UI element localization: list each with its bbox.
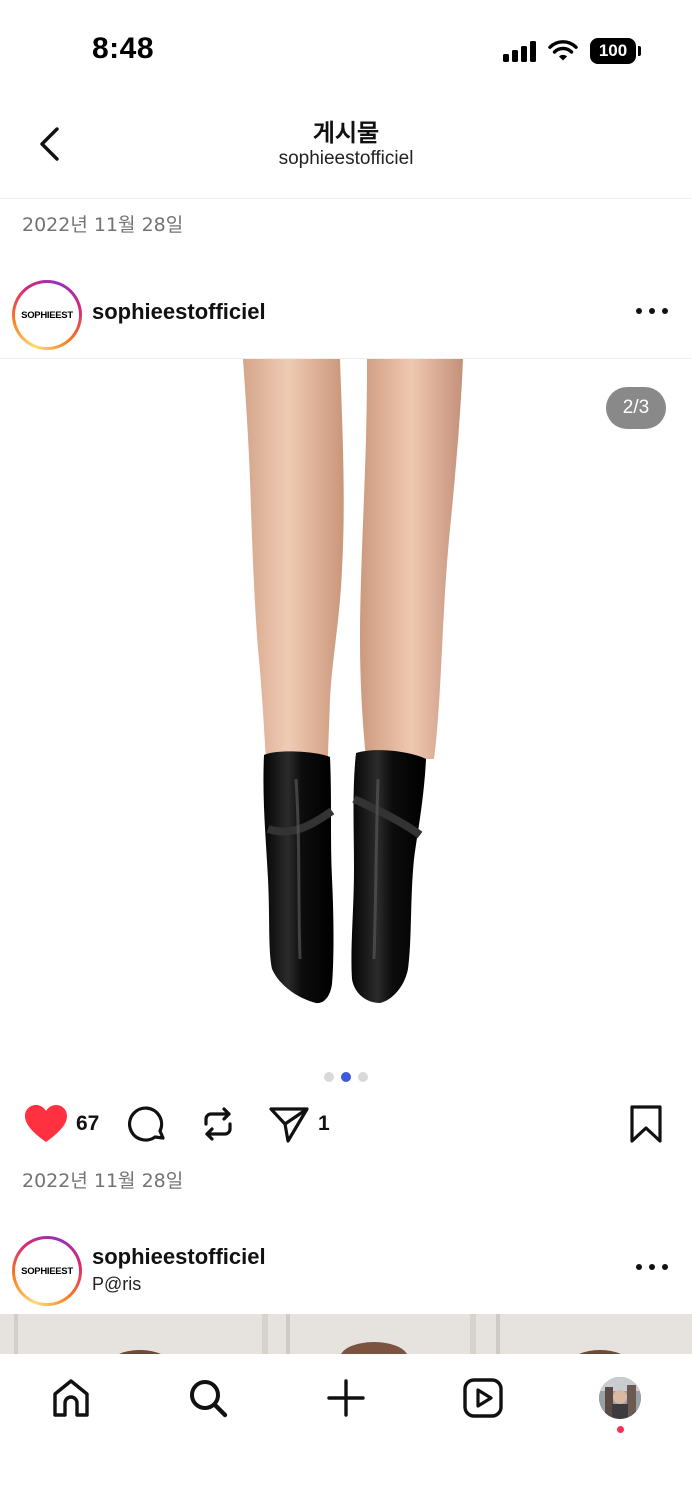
post-header: SOPHIEEST sophieestofficiel [0,272,692,354]
dot [636,1264,642,1270]
post-username[interactable]: sophieestofficiel [92,299,266,325]
page-title: 게시물 [312,119,380,147]
carousel-indicator [0,1072,692,1082]
media-counter: 2/3 [606,387,666,429]
carousel-dot [324,1072,334,1082]
more-options-button[interactable] [636,299,668,323]
tab-create[interactable] [316,1374,376,1422]
dot [662,1264,668,1270]
wifi-icon [548,40,578,61]
post-actions: 67 1 [0,1100,692,1154]
avatar[interactable]: SOPHIEEST [12,1236,82,1306]
repost-button[interactable] [198,1104,238,1144]
page-header: 게시물 sophieestofficiel [0,96,692,199]
battery-indicator: 100 [590,38,641,64]
plus-icon [327,1379,365,1417]
post-date: 2022년 11월 28일 [22,1170,184,1192]
dot [649,1264,655,1270]
tab-profile[interactable] [590,1374,650,1422]
post-header: SOPHIEEST sophieestofficiel P@ris [0,1228,692,1310]
post-username[interactable]: sophieestofficiel [92,1244,266,1270]
post-image[interactable]: 2/3 [0,358,692,1060]
tab-home[interactable] [41,1374,101,1422]
tab-search[interactable] [178,1374,238,1422]
comment-button[interactable] [128,1104,168,1144]
boots-photo [243,359,463,1004]
share-count: 1 [318,1112,330,1135]
tab-reels[interactable] [453,1374,513,1422]
repost-icon [204,1107,232,1141]
like-group: 67 [24,1104,99,1144]
dot [649,308,655,314]
heart-filled-icon[interactable] [24,1104,68,1144]
status-icons: 100 [503,36,641,66]
avatar-logo: SOPHIEEST [18,286,76,344]
notification-dot [617,1426,624,1433]
cellular-signal-icon [503,40,536,62]
status-time: 8:48 [92,32,155,65]
more-options-button[interactable] [636,1255,668,1279]
search-icon [190,1380,228,1418]
profile-avatar [599,1377,641,1419]
save-button[interactable] [628,1104,664,1144]
like-count[interactable]: 67 [76,1112,99,1136]
carousel-dot [358,1072,368,1082]
page-subtitle[interactable]: sophieestofficiel [0,148,692,170]
bottom-tab-bar [0,1354,692,1500]
share-group[interactable]: 1 [268,1104,330,1144]
comment-icon [128,1106,165,1142]
post-location[interactable]: P@ris [92,1274,141,1295]
bookmark-icon [630,1105,662,1143]
avatar-logo: SOPHIEEST [18,1242,76,1300]
dot [636,308,642,314]
reels-icon [463,1378,503,1418]
dot [662,308,668,314]
avatar[interactable]: SOPHIEEST [12,280,82,350]
post-group-date: 2022년 11월 28일 [22,214,184,236]
send-icon [269,1107,309,1143]
carousel-dot-active [341,1072,351,1082]
home-icon [53,1379,89,1417]
status-bar: 8:48 100 [0,0,692,96]
